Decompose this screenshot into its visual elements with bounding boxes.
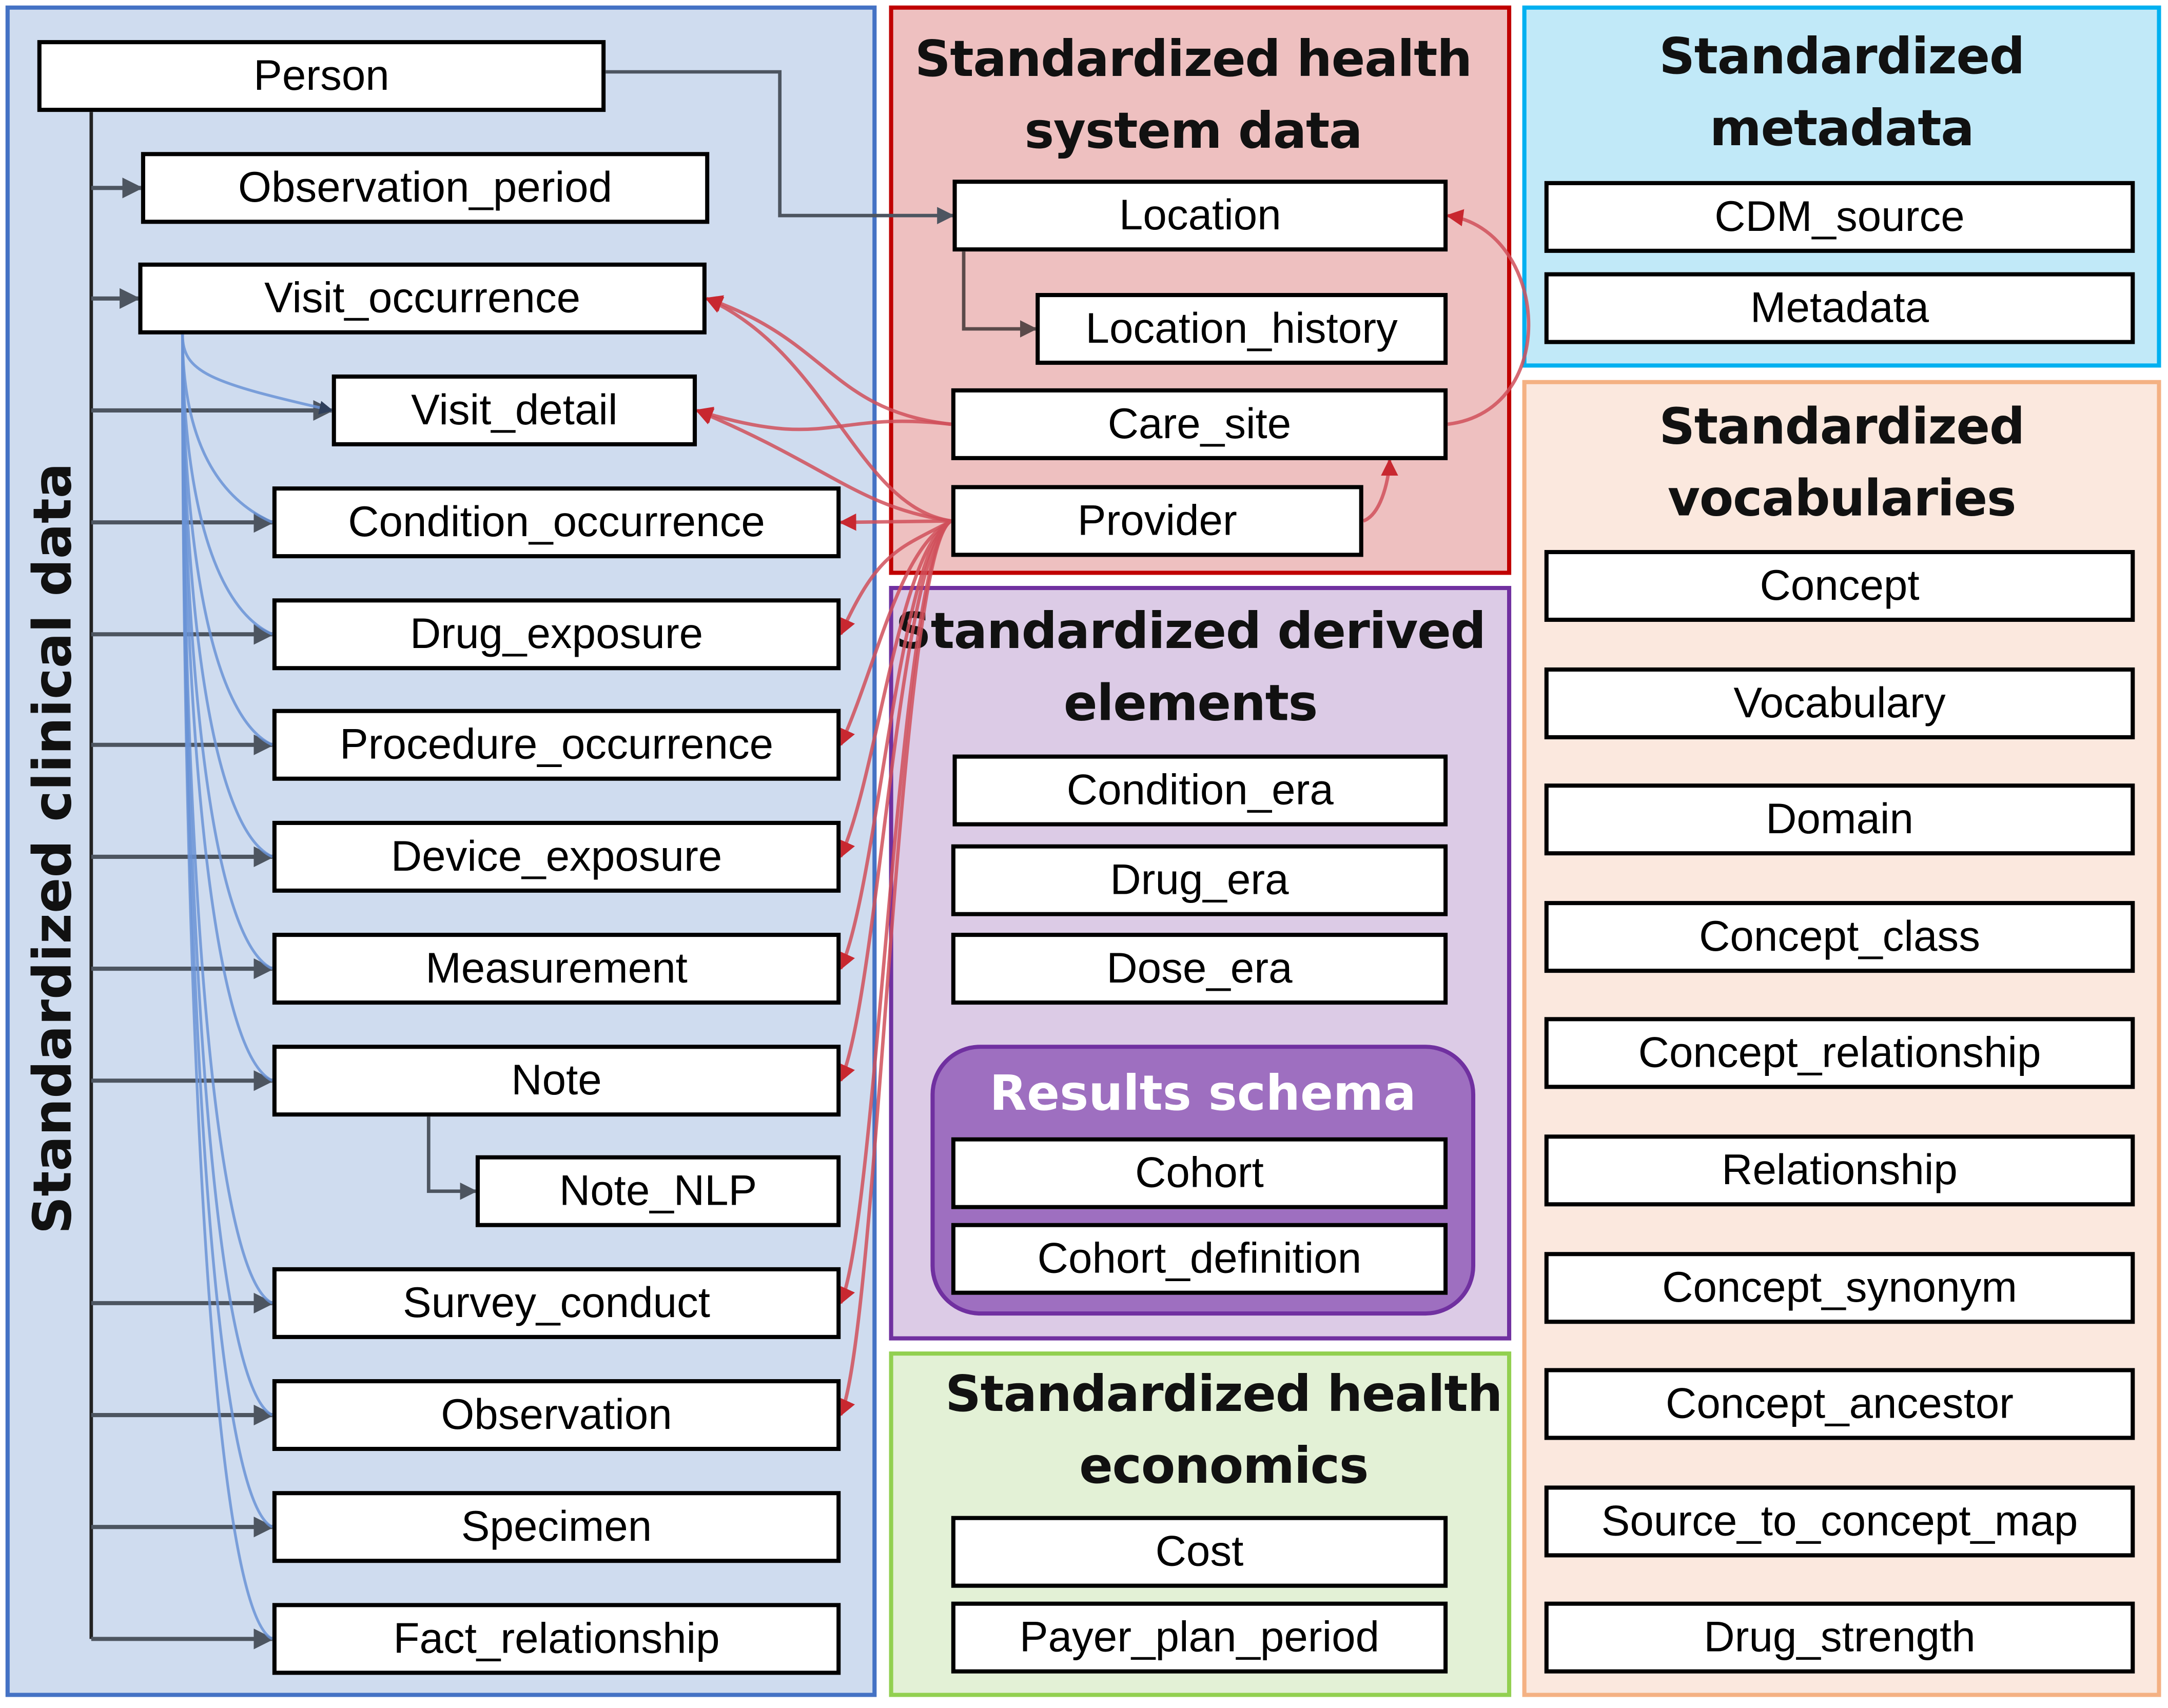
table-dose-era[interactable]: Dose_era	[951, 933, 1448, 1005]
table-drug-era[interactable]: Drug_era	[951, 844, 1448, 916]
table-procedure-occurrence[interactable]: Procedure_occurrence	[272, 709, 841, 781]
table-vocabulary[interactable]: Vocabulary	[1544, 667, 2135, 739]
table-person[interactable]: Person	[37, 40, 606, 112]
health-system-title-line2: system data	[1024, 104, 1363, 161]
table-device-exposure[interactable]: Device_exposure	[272, 820, 841, 893]
cdm-diagram: Standardized clinical data Standardized …	[0, 0, 2168, 1708]
table-specimen[interactable]: Specimen	[272, 1491, 841, 1563]
table-visit-occurrence[interactable]: Visit_occurrence	[138, 262, 707, 335]
health-system-title-line1: Standardized health	[914, 31, 1472, 89]
table-survey-conduct[interactable]: Survey_conduct	[272, 1267, 841, 1339]
table-location-history[interactable]: Location_history	[1036, 293, 1448, 365]
table-visit-detail[interactable]: Visit_detail	[331, 374, 697, 446]
metadata-title-line1: Standardized	[1659, 29, 2025, 86]
table-drug-exposure[interactable]: Drug_exposure	[272, 598, 841, 671]
table-condition-era[interactable]: Condition_era	[952, 754, 1448, 827]
table-cost[interactable]: Cost	[951, 1516, 1448, 1588]
derived-title-line2: elements	[1063, 676, 1318, 733]
table-observation[interactable]: Observation	[272, 1379, 841, 1451]
table-relationship[interactable]: Relationship	[1544, 1134, 2135, 1207]
table-note[interactable]: Note	[272, 1045, 841, 1117]
economics-title-line1: Standardized health	[945, 1366, 1502, 1424]
economics-title-line2: economics	[1079, 1438, 1369, 1496]
table-fact-relationship[interactable]: Fact_relationship	[272, 1603, 841, 1675]
table-condition-occurrence[interactable]: Condition_occurrence	[272, 486, 841, 559]
table-drug-strength[interactable]: Drug_strength	[1544, 1601, 2135, 1674]
table-observation-period[interactable]: Observation_period	[141, 152, 710, 224]
table-source-to-concept-map[interactable]: Source_to_concept_map	[1544, 1485, 2135, 1558]
table-concept[interactable]: Concept	[1544, 549, 2135, 622]
table-concept-synonym[interactable]: Concept_synonym	[1544, 1252, 2135, 1324]
table-note-nlp[interactable]: Note_NLP	[475, 1155, 841, 1227]
table-provider[interactable]: Provider	[951, 485, 1363, 557]
results-schema-title: Results schema	[989, 1067, 1416, 1123]
table-concept-ancestor[interactable]: Concept_ancestor	[1544, 1368, 2135, 1440]
table-location[interactable]: Location	[952, 180, 1448, 252]
table-concept-relationship[interactable]: Concept_relationship	[1544, 1017, 2135, 1089]
derived-title-line1: Standardized derived	[895, 604, 1486, 661]
metadata-title-line2: metadata	[1709, 101, 1975, 158]
table-payer-plan-period[interactable]: Payer_plan_period	[951, 1601, 1448, 1674]
table-care-site[interactable]: Care_site	[951, 388, 1448, 460]
table-domain[interactable]: Domain	[1544, 783, 2135, 856]
vocab-title-line2: vocabularies	[1667, 471, 2017, 528]
vocab-title-line1: Standardized	[1659, 399, 2025, 456]
table-cohort[interactable]: Cohort	[951, 1137, 1448, 1209]
table-cohort-definition[interactable]: Cohort_definition	[951, 1223, 1448, 1295]
table-concept-class[interactable]: Concept_class	[1544, 901, 2135, 973]
table-measurement[interactable]: Measurement	[272, 933, 841, 1005]
table-metadata[interactable]: Metadata	[1544, 272, 2135, 344]
table-cdm-source[interactable]: CDM_source	[1544, 181, 2135, 253]
clinical-data-title: Standardized clinical data	[22, 463, 83, 1234]
